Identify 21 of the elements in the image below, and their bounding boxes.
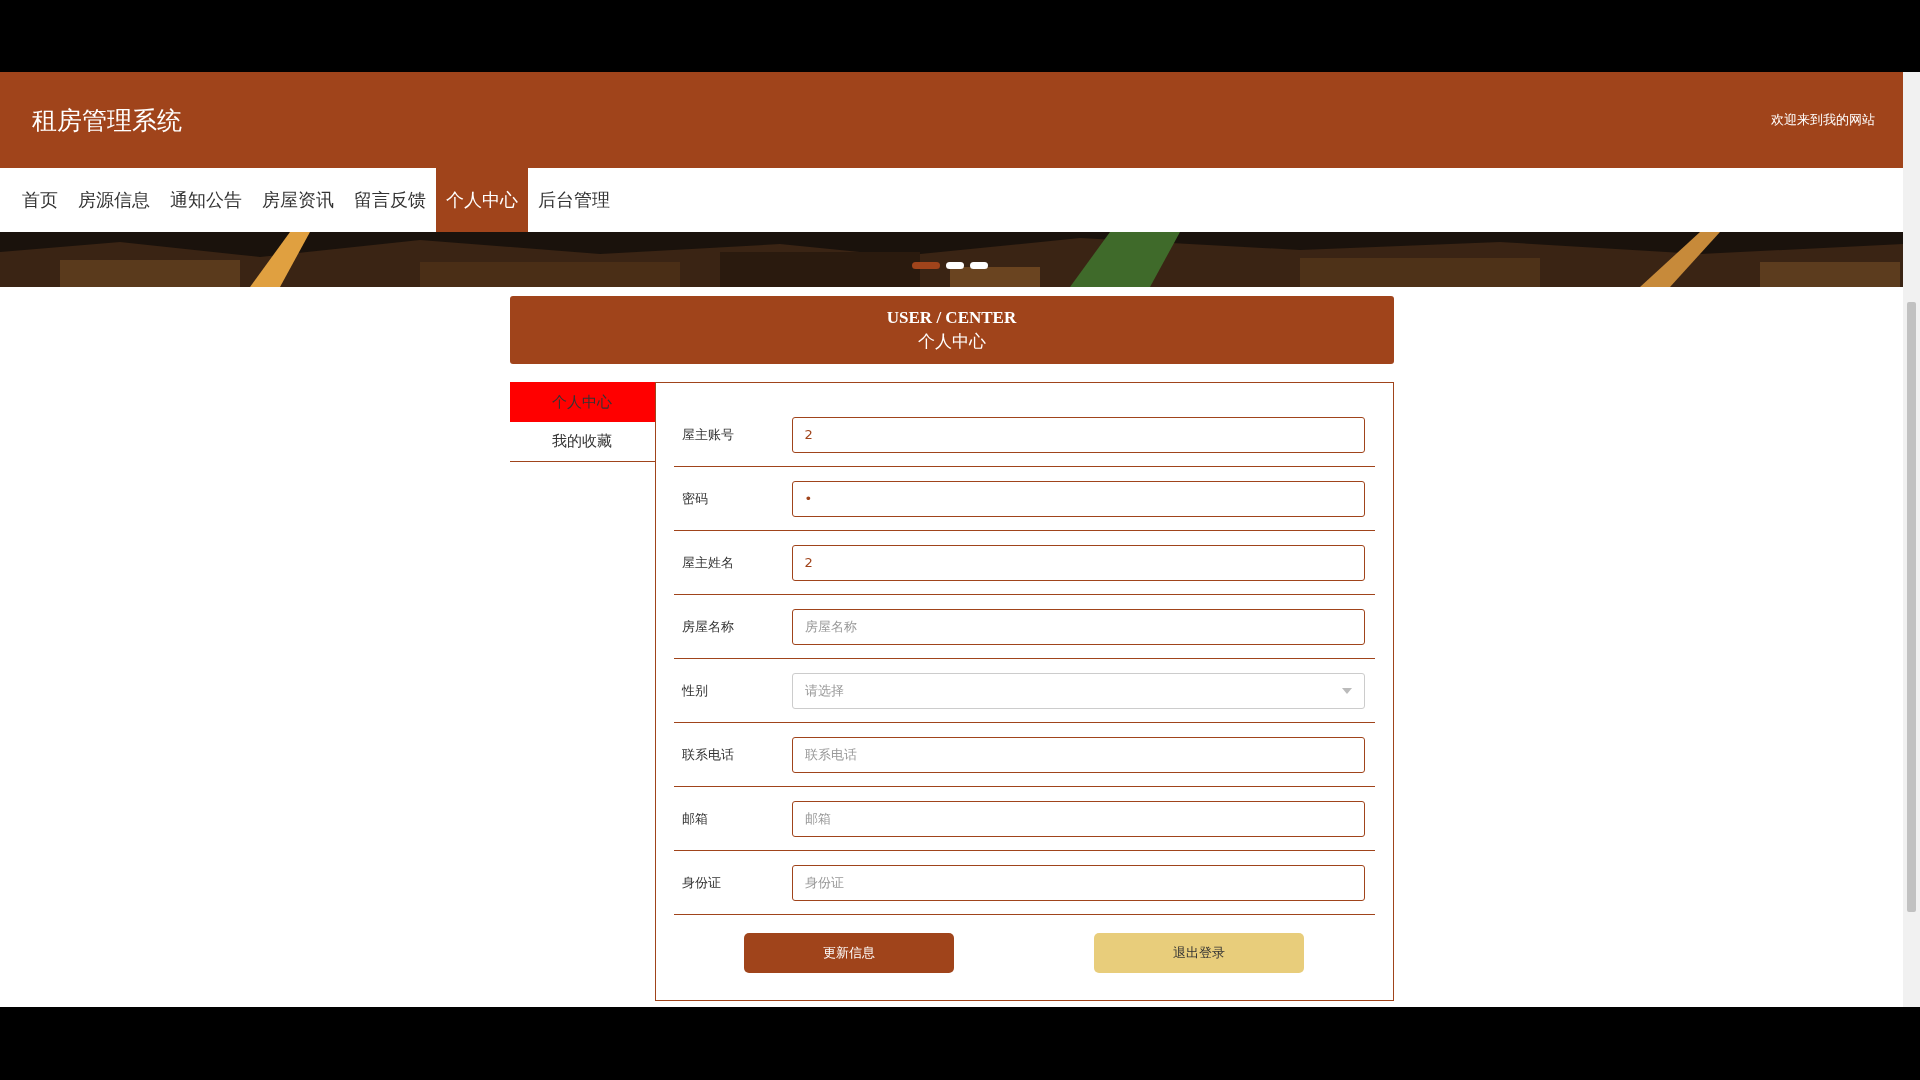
field-label: 房屋名称	[680, 617, 735, 636]
welcome-text: 欢迎来到我的网站	[1771, 111, 1875, 129]
scrollbar[interactable]	[1903, 72, 1920, 1007]
logout-button[interactable]: 退出登录	[1094, 933, 1305, 973]
section-title-english: USER / CENTER	[886, 307, 1017, 328]
nav-tab[interactable]: 个人中心	[436, 168, 528, 232]
field-label: 联系电话	[680, 745, 735, 764]
field-label: 邮箱	[680, 809, 709, 828]
update-button[interactable]: 更新信息	[743, 933, 954, 973]
scrollbar-thumb[interactable]	[1907, 302, 1916, 912]
section-title: 个人中心	[917, 330, 986, 353]
input-field[interactable]: 2	[791, 416, 1365, 453]
field-label: 密码	[680, 489, 709, 508]
site-title: 租房管理系统	[32, 104, 182, 137]
field-label: 屋主姓名	[680, 553, 735, 572]
caret-icon	[1341, 687, 1352, 694]
input-field[interactable]: 2	[791, 544, 1365, 581]
field-label: 屋主账号	[680, 425, 735, 444]
input-field[interactable]: •	[791, 480, 1365, 517]
field-label: 身份证	[680, 873, 722, 892]
field-label: 性别	[680, 681, 709, 700]
